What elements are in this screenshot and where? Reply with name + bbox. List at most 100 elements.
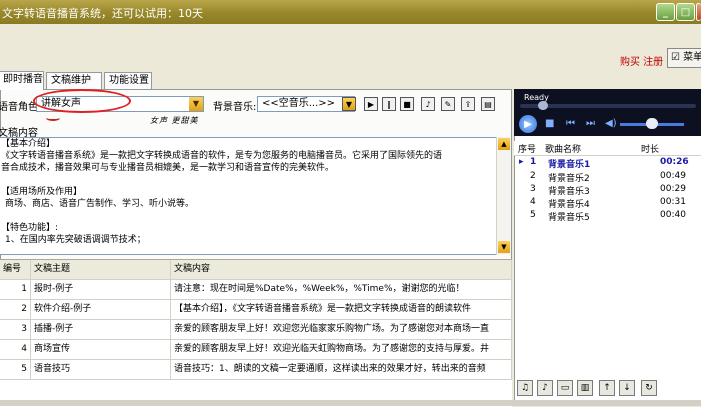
- header-id[interactable]: 编号: [0, 260, 31, 279]
- tab-function-settings[interactable]: 功能设置: [104, 72, 152, 89]
- maximize-button[interactable]: □: [676, 3, 695, 21]
- row-content: 亲爱的顾客朋友早上好！欢迎您光临家家乐购物广场。为了感谢您对本商场一直: [171, 320, 512, 339]
- save-icon[interactable]: ▤: [481, 97, 495, 111]
- maximize-icon: □: [680, 6, 691, 18]
- previous-icon[interactable]: ⏮: [566, 118, 575, 129]
- playlist-item[interactable]: ▸ 1 背景音乐1 00:26: [514, 157, 701, 170]
- textarea-scrollbar[interactable]: ▲ ▼: [496, 137, 511, 255]
- menu-button[interactable]: ☑ 菜单: [667, 48, 701, 68]
- volume-icon[interactable]: ◀): [605, 118, 617, 129]
- play-icon[interactable]: ▶: [364, 97, 378, 111]
- tab-live-broadcast[interactable]: 即时播音: [0, 71, 44, 90]
- playlist-item-name: 背景音乐2: [548, 174, 590, 184]
- pause-icon[interactable]: ‖: [382, 97, 396, 111]
- header-content[interactable]: 文稿内容: [171, 260, 512, 279]
- table-row[interactable]: 1 报时-例子 请注意：现在时间是%Date%，%Week%，%Time%，谢谢…: [0, 280, 512, 300]
- seek-knob[interactable]: [537, 101, 548, 110]
- bottom-edge: [0, 400, 701, 406]
- handwritten-note: 女声 更甜美: [150, 116, 199, 125]
- content-line: 商场、商店、语音广告制作、学习、听小说等。: [5, 199, 195, 209]
- menu-icon: ☑: [671, 52, 680, 63]
- move-up-icon[interactable]: ↑: [599, 380, 615, 396]
- move-down-icon[interactable]: ↓: [619, 380, 635, 396]
- playlist-item-duration: 00:29: [660, 184, 686, 194]
- row-id: 1: [0, 280, 31, 299]
- playlist-item-duration: 00:26: [660, 157, 689, 167]
- playlist-item-name: 背景音乐1: [548, 160, 591, 170]
- playlist-item-duration: 00:31: [660, 197, 686, 207]
- table-row[interactable]: 4 商场宣传 亲爱的顾客朋友早上好！欢迎光临天虹购物商场。为了感谢您的支持与厚爱…: [0, 340, 512, 360]
- row-content: 语音技巧：1、朗读的文稿一定要通顺，这样读出来的效果才好，转出来的音频: [171, 360, 512, 379]
- refresh-icon[interactable]: ↻: [641, 380, 657, 396]
- red-underline-annotation: [46, 115, 60, 121]
- row-topic: 语音技巧: [31, 360, 171, 379]
- content-line: 【适用场所及作用】: [1, 187, 83, 197]
- row-id: 2: [0, 300, 31, 319]
- playlist-header: [514, 141, 701, 156]
- row-topic: 商场宣传: [31, 340, 171, 359]
- playlist-panel: [514, 89, 701, 406]
- playlist-item-name: 背景音乐5: [548, 213, 590, 223]
- table-row[interactable]: 3 插播-例子 亲爱的顾客朋友早上好！欢迎您光临家家乐购物广场。为了感谢您对本商…: [0, 320, 512, 340]
- row-topic: 软件介绍-例子: [31, 300, 171, 319]
- stop-icon[interactable]: ■: [545, 118, 554, 129]
- bg-music-dropdown-icon[interactable]: ▼: [342, 97, 356, 111]
- add-music-icon[interactable]: ♫: [517, 380, 533, 396]
- playlist-item-num: 5: [530, 210, 536, 220]
- bg-music-label: 背景音乐:: [213, 102, 257, 113]
- next-icon[interactable]: ⏭: [586, 118, 595, 129]
- content-line: 《文字转语音播音系统》是一款把文字转换成语音的软件，是专为您服务的电脑播音员。它…: [1, 151, 443, 161]
- playlist-item-num: 1: [530, 157, 537, 167]
- chevron-down-icon[interactable]: ▼: [189, 97, 203, 111]
- open-folder-icon[interactable]: ▭: [557, 380, 573, 396]
- content-line: 1、在国内率先突破语调调节技术；: [5, 235, 146, 245]
- table-row[interactable]: 5 语音技巧 语音技巧：1、朗读的文稿一定要通顺，这样读出来的效果才好，转出来的…: [0, 360, 512, 380]
- window-title: 文字转语音播音系统，还可以试用：10天: [2, 7, 203, 20]
- playlist-header-num: 序号: [518, 145, 537, 155]
- toolbar-area: [0, 24, 701, 70]
- add-file-icon[interactable]: ♪: [537, 380, 553, 396]
- volume-knob[interactable]: [646, 118, 658, 129]
- content-line: 【基本介绍】: [1, 139, 56, 149]
- playing-indicator-icon: ▸: [519, 157, 524, 167]
- close-button[interactable]: [696, 3, 701, 21]
- playlist-item-num: 3: [530, 184, 536, 194]
- playlist-item[interactable]: 2 背景音乐2 00:49: [514, 171, 701, 184]
- content-textarea[interactable]: 【基本介绍】 《文字转语音播音系统》是一款把文字转换成语音的软件，是专为您服务的…: [0, 137, 510, 255]
- header-topic[interactable]: 文稿主题: [31, 260, 171, 279]
- table-header: 编号 文稿主题 文稿内容: [0, 260, 512, 280]
- row-id: 5: [0, 360, 31, 379]
- playlist-item[interactable]: 4 背景音乐4 00:31: [514, 197, 701, 210]
- stop-icon[interactable]: ■: [400, 97, 414, 111]
- play-button[interactable]: ▶: [519, 115, 537, 133]
- scroll-up-icon[interactable]: ▲: [498, 138, 510, 150]
- minimize-button[interactable]: _: [656, 3, 675, 21]
- bg-music-select[interactable]: <<空音乐...>>: [257, 96, 355, 112]
- menu-button-label: 菜单: [683, 52, 701, 63]
- playlist-item[interactable]: 5 背景音乐5 00:40: [514, 210, 701, 223]
- tab-document-maintenance[interactable]: 文稿维护: [46, 72, 102, 89]
- row-id: 4: [0, 340, 31, 359]
- content-line: 音合成技术，播音效果可与专业播音员相媲美，是一款学习和语音宣传的完美软件。: [1, 163, 335, 173]
- row-topic: 报时-例子: [31, 280, 171, 299]
- music-note-icon[interactable]: ♪: [421, 97, 435, 111]
- play-icon: ▶: [524, 118, 532, 130]
- delete-icon[interactable]: ▥: [577, 380, 593, 396]
- clear-icon[interactable]: ✎: [441, 97, 455, 111]
- playlist-item-num: 2: [530, 171, 536, 181]
- row-content: 亲爱的顾客朋友早上好！欢迎光临天虹购物商场。为了感谢您的支持与厚爱。井: [171, 340, 512, 359]
- playlist-item-name: 背景音乐3: [548, 187, 590, 197]
- buy-register-link[interactable]: 购买 注册: [620, 53, 663, 68]
- scroll-down-icon[interactable]: ▼: [498, 241, 510, 253]
- table-row[interactable]: 2 软件介绍-例子 【基本介绍】，《文字转语音播音系统》是一款把文字转换成语音的…: [0, 300, 512, 320]
- playlist-item-duration: 00:49: [660, 171, 686, 181]
- export-icon[interactable]: ⇪: [461, 97, 475, 111]
- playlist-header-name: 歌曲名称: [545, 145, 582, 155]
- red-ellipse-annotation: [33, 89, 131, 113]
- content-line: [0, 174, 509, 186]
- playlist-item[interactable]: 3 背景音乐3 00:29: [514, 184, 701, 197]
- playlist-item-duration: 00:40: [660, 210, 686, 220]
- content-line: 【特色功能】:: [1, 223, 59, 233]
- playlist-item-name: 背景音乐4: [548, 200, 590, 210]
- content-line: [0, 210, 509, 222]
